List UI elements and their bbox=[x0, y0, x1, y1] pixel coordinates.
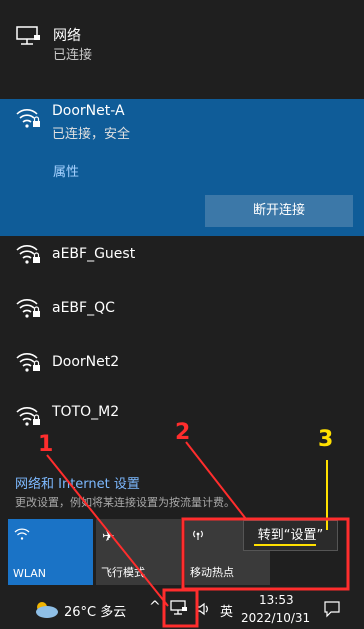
annotation-arrow-1 bbox=[46, 454, 169, 607]
annotation-label-2: 2 bbox=[175, 420, 191, 445]
annotation-label-1: 1 bbox=[38, 432, 54, 457]
annotation-box-tray bbox=[162, 588, 199, 628]
annotation-label-3: 3 bbox=[318, 427, 334, 452]
annotation-overlay bbox=[46, 441, 350, 628]
annotation-arrow-2 bbox=[185, 441, 247, 520]
annotation-box-hotspot bbox=[181, 517, 350, 591]
